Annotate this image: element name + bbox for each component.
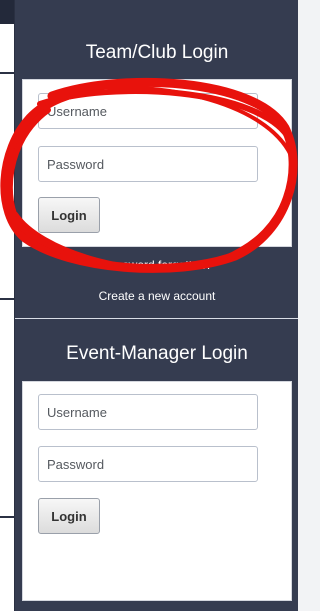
event-login-button[interactable]: Login [38, 498, 100, 534]
event-create-account-link[interactable]: Create a new account [15, 587, 298, 601]
team-username-input[interactable] [38, 93, 258, 129]
background-divider [0, 516, 14, 518]
event-username-input[interactable] [38, 394, 258, 430]
event-login-section: Event-Manager Login Login Create a new a… [15, 318, 298, 611]
event-password-input[interactable] [38, 446, 258, 482]
event-login-title: Event-Manager Login [66, 343, 248, 364]
background-divider [0, 298, 14, 300]
page: Team/Club Login Login Password forgotten… [0, 0, 298, 611]
team-login-title: Team/Club Login [85, 42, 229, 63]
event-login-form: Login [22, 381, 292, 601]
team-password-input[interactable] [38, 146, 258, 182]
forgot-password-link[interactable]: Password forgotten? [15, 258, 298, 272]
team-login-button[interactable]: Login [38, 197, 100, 233]
team-create-account-link[interactable]: Create a new account [15, 289, 298, 303]
team-login-section: Team/Club Login Login Password forgotten… [15, 0, 298, 318]
login-sidebar: Team/Club Login Login Password forgotten… [14, 0, 298, 611]
team-login-form: Login [22, 79, 292, 247]
background-divider [0, 72, 14, 74]
background-page [0, 0, 14, 611]
